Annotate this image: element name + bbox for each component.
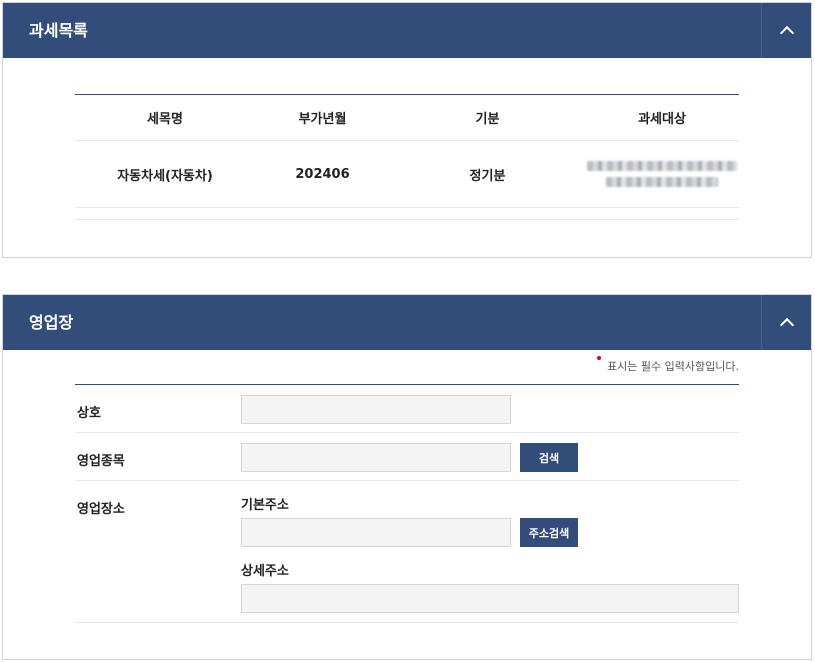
location-label: 영업장소 <box>77 502 125 517</box>
form-row-location: 영업장소 기본주소 주소검색 상세주소 <box>75 481 739 623</box>
base-address-label: 기본주소 <box>241 498 289 513</box>
table-row[interactable]: 자동차세(자동차) 202406 정기분 <box>75 141 739 208</box>
form-row-name: 상호 <box>75 385 739 433</box>
table-header-row: 세목명 부가년월 기분 과세대상 <box>75 95 739 141</box>
required-dot-icon <box>597 356 602 360</box>
address-search-button[interactable]: 주소검색 <box>520 518 578 547</box>
tax-list-panel: 과세목록 세목명 부가년월 기분 과세대상 자동차세(자동차) 202406 정… <box>2 2 812 258</box>
tax-item-cell: 자동차세(자동차) <box>117 168 213 184</box>
required-note-text: 표시는 필수 입력사항입니다. <box>607 360 739 373</box>
business-name-input[interactable] <box>241 395 511 424</box>
business-collapse-button[interactable] <box>761 295 811 350</box>
period-cell: 202406 <box>295 166 350 182</box>
business-form: 상호 영업종목 검색 영업장소 기본주소 주소검색 상세주소 <box>75 384 739 623</box>
tax-list-header: 과세목록 <box>3 3 811 58</box>
tax-list-collapse-button[interactable] <box>761 3 811 58</box>
type-cell: 정기분 <box>469 168 506 184</box>
redacted-target <box>587 161 737 187</box>
business-title: 영업장 <box>29 313 74 332</box>
target-cell <box>585 141 739 207</box>
column-header: 세목명 <box>147 112 183 127</box>
category-search-button[interactable]: 검색 <box>520 443 578 472</box>
column-header: 부가년월 <box>298 112 347 127</box>
chevron-up-icon <box>779 25 794 41</box>
business-panel: 영업장 표시는 필수 입력사항입니다. 상호 영업종목 검색 영업장소 기본주소… <box>2 294 812 660</box>
base-address-input[interactable] <box>241 518 511 547</box>
tax-list-title: 과세목록 <box>29 21 88 40</box>
table-footer-spacer <box>75 208 739 220</box>
detail-address-input[interactable] <box>241 584 739 613</box>
column-header: 기분 <box>475 112 500 127</box>
required-note: 표시는 필수 입력사항입니다. <box>597 356 739 374</box>
business-header: 영업장 <box>3 295 811 350</box>
category-label: 영업종목 <box>77 454 125 469</box>
chevron-up-icon <box>779 317 794 333</box>
name-label: 상호 <box>77 406 101 421</box>
column-header: 과세대상 <box>638 112 686 127</box>
detail-address-label: 상세주소 <box>241 564 289 579</box>
form-row-category: 영업종목 검색 <box>75 433 739 481</box>
tax-table: 세목명 부가년월 기분 과세대상 자동차세(자동차) 202406 정기분 <box>75 94 739 220</box>
business-category-input[interactable] <box>241 443 511 472</box>
